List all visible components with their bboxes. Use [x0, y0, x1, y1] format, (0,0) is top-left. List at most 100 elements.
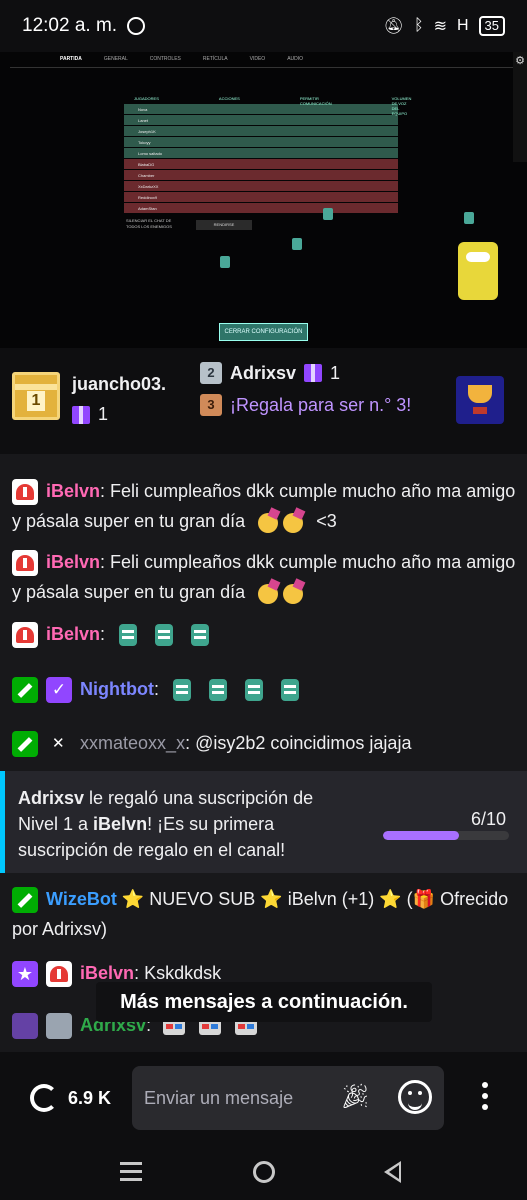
gift-cta: ¡Regala para ser n.° 3!	[230, 395, 412, 415]
party-popper-icon[interactable]: 🎉︎	[340, 1082, 370, 1111]
leader-1-count: 1	[72, 404, 108, 425]
moderator-badge-icon	[12, 887, 38, 914]
chat-username[interactable]: xxmateoxx_x	[80, 733, 185, 753]
signal-label: H	[456, 17, 469, 34]
scoreboard-col: JUGADORES	[134, 96, 159, 101]
scoreboard-row: BlabaDG	[124, 159, 398, 169]
heart-badge-icon	[46, 961, 73, 988]
scoreboard-col: ACCIONES	[218, 96, 240, 101]
chat-username[interactable]: iBelvn	[46, 624, 100, 644]
game-tab: RETÍCULA	[202, 56, 228, 62]
gifter-name[interactable]: Adrixsv	[18, 788, 84, 808]
scoreboard-col: PERMITIR COMUNICACIÓN	[299, 96, 332, 106]
viewer-count[interactable]: 6.9 K	[68, 1088, 111, 1109]
croc-emote-icon[interactable]	[205, 677, 231, 703]
chat-username[interactable]: iBelvn	[46, 481, 100, 501]
party-emoji-icon	[255, 580, 281, 606]
rank-1-label: 1	[27, 391, 45, 411]
scoreboard-row: Lomo saltado	[124, 148, 398, 158]
chat-message-text: : @isy2b2 coincidimos jajaja	[185, 733, 412, 753]
status-icons: 🔕︎ ᛒ ≋ H 35	[384, 16, 505, 36]
sponge-sticker	[458, 242, 498, 300]
muted-badge-icon	[46, 731, 72, 757]
wifi-icon: ≋	[433, 18, 447, 35]
scoreboard-row: Joseph1K	[124, 126, 398, 136]
game-tab: CONTROLES	[149, 56, 181, 62]
game-tab: VIDEO	[249, 56, 266, 62]
chat-message[interactable]: iBelvn: Feli cumpleaños dkk cumple mucho…	[12, 547, 517, 607]
croc-emote-icon[interactable]	[151, 622, 177, 648]
chat-message-tail: <3	[316, 511, 337, 531]
sub-goal-bar	[383, 831, 509, 840]
leader-2-gift-count: 1	[330, 362, 341, 383]
croc-emote-icon[interactable]	[115, 622, 141, 648]
party-emoji-icon	[255, 509, 281, 535]
viewers-icon	[30, 1084, 58, 1112]
gift-sub-notice: Adrixsv le regaló una suscripción de Niv…	[0, 771, 527, 873]
croc-sticker	[464, 212, 474, 224]
chat-message[interactable]: iBelvn:	[12, 619, 517, 649]
scoreboard-col: VOLUMEN DE VOZ DEL EQUIPO	[391, 96, 412, 116]
mute-icon: 🔕︎	[383, 18, 404, 35]
party-emoji-icon	[280, 580, 306, 606]
status-bar: 12:02 a. m. 🔕︎ ᛒ ≋ H 35	[0, 0, 527, 52]
heart-badge-icon	[12, 479, 38, 506]
gear-icon[interactable]: ⚙	[515, 54, 525, 67]
whatsapp-icon	[127, 17, 146, 35]
gift-sub-text: Adrixsv le regaló una suscripción de Niv…	[18, 785, 338, 863]
heart-badge-icon	[12, 550, 38, 577]
chat-username[interactable]: Nightbot	[80, 679, 154, 699]
emote-icon[interactable]	[398, 1080, 432, 1114]
chat-input-bar: 6.9 K 🎉︎	[0, 1052, 527, 1146]
chat-message-text: :	[100, 624, 106, 644]
battery-icon: 35	[478, 16, 505, 36]
chat-message[interactable]: iBelvn: Feli cumpleaños dkk cumple mucho…	[12, 476, 517, 536]
more-icon[interactable]	[482, 1082, 490, 1110]
moderator-badge-icon	[12, 677, 38, 704]
video-player[interactable]: PARTIDA GENERAL CONTROLES RETÍCULA VIDEO…	[0, 52, 527, 348]
chat-username[interactable]: iBelvn	[80, 963, 134, 983]
back-icon[interactable]	[384, 1161, 401, 1183]
game-tab: PARTIDA	[60, 56, 82, 62]
sub-goal-count: 6/10	[471, 809, 507, 829]
game-tab: GENERAL	[103, 56, 128, 62]
croc-emote-icon[interactable]	[169, 677, 195, 703]
video-side-panel	[513, 52, 527, 162]
home-icon[interactable]	[253, 1161, 275, 1183]
scoreboard-row: XxDarkzXX	[124, 181, 398, 191]
verified-badge-icon	[46, 677, 73, 704]
video-divider	[10, 67, 517, 68]
system-nav-bar	[0, 1146, 527, 1200]
scoreboard-row: Reddinox9	[124, 192, 398, 202]
moderator-badge-icon	[12, 731, 38, 758]
party-emoji-icon	[280, 509, 306, 535]
leader-1-name[interactable]: juancho03.	[72, 374, 166, 395]
leader-2[interactable]: 2 Adrixsv 1	[200, 362, 340, 384]
croc-emote-icon[interactable]	[277, 677, 303, 703]
recents-icon[interactable]	[120, 1162, 142, 1181]
chat-list[interactable]: iBelvn: Feli cumpleaños dkk cumple mucho…	[0, 454, 527, 1052]
surrender-button: RENDIRSE	[196, 220, 252, 230]
croc-sticker	[220, 256, 230, 268]
rank-2-badge: 2	[200, 362, 222, 384]
rank-3-badge: 3	[200, 394, 222, 416]
game-scoreboard: JUGADORES ACCIONES PERMITIR COMUNICACIÓN…	[124, 96, 411, 214]
recipient-name[interactable]: iBelvn	[93, 814, 147, 834]
more-messages-button[interactable]: Más mensajes a continuación.	[96, 982, 432, 1022]
mute-enemies-text: SILENCIAR EL CHAT DE TODOS LOS ENEMIGOS	[126, 218, 172, 229]
trophy-icon[interactable]	[456, 376, 504, 424]
gift-icon	[304, 364, 323, 382]
croc-sticker	[292, 238, 302, 250]
chat-message[interactable]: WizeBot ⭐ NUEVO SUB ⭐ iBelvn (+1) ⭐ (🎁 O…	[12, 884, 517, 944]
chat-username[interactable]: WizeBot	[46, 889, 117, 909]
chat-message[interactable]: xxmateoxx_x: @isy2b2 coincidimos jajaja	[12, 728, 517, 758]
sub-goal-fill	[383, 831, 459, 840]
status-time: 12:02 a. m.	[22, 15, 118, 36]
croc-emote-icon[interactable]	[187, 622, 213, 648]
gift-icon	[72, 405, 90, 424]
croc-emote-icon[interactable]	[241, 677, 267, 703]
leader-3[interactable]: 3 ¡Regala para ser n.° 3!	[200, 394, 430, 416]
chat-username[interactable]: iBelvn	[46, 552, 100, 572]
subscriber-badge-icon	[12, 1013, 38, 1040]
chat-message[interactable]: Nightbot:	[12, 674, 517, 704]
